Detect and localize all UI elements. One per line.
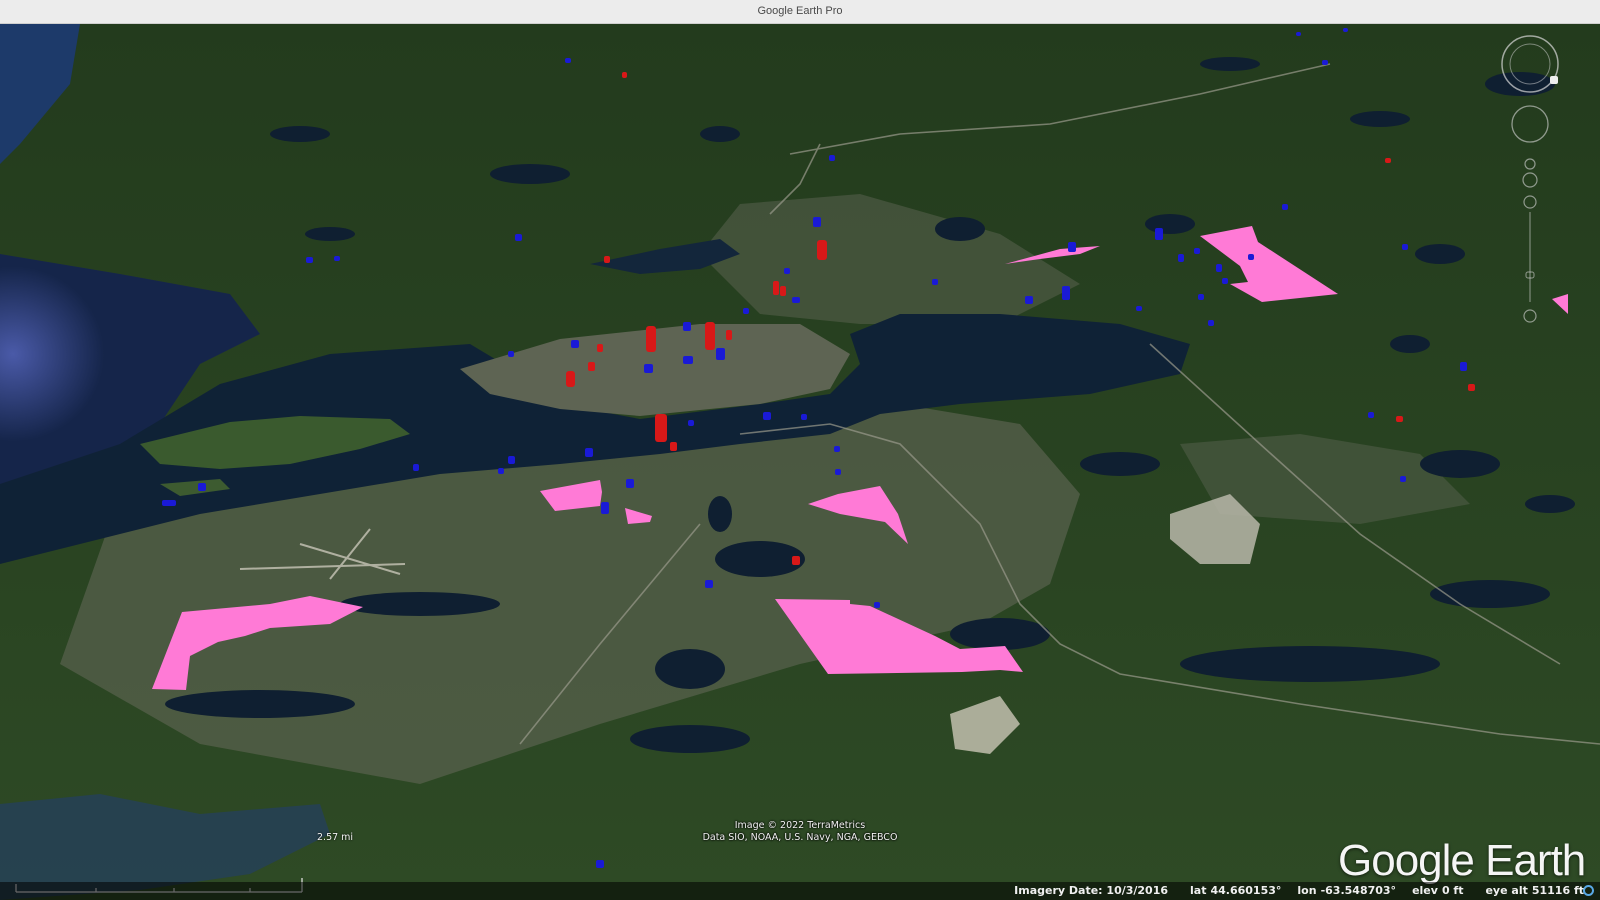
lon-label: lon: [1297, 884, 1317, 897]
lon-value: -63.548703°: [1320, 884, 1397, 897]
lat-value: 44.660153°: [1210, 884, 1282, 897]
compass-ring-icon[interactable]: [1501, 35, 1559, 93]
map-imagery[interactable]: [0, 24, 1600, 900]
elev-value: 0 ft: [1441, 884, 1464, 897]
window-title: Google Earth Pro: [757, 5, 843, 17]
earth-3d-view[interactable]: Image © 2022 TerraMetrics Data SIO, NOAA…: [0, 24, 1600, 900]
pegman-icon[interactable]: [1522, 158, 1538, 188]
imagery-date: Imagery Date: 10/3/2016: [1014, 884, 1169, 897]
attribution-line-1: Image © 2022 TerraMetrics: [734, 820, 866, 831]
attribution-line-2: Data SIO, NOAA, U.S. Navy, NGA, GEBCO: [702, 832, 898, 843]
elev-label: elev: [1412, 884, 1438, 897]
lat-label: lat: [1190, 884, 1207, 897]
window-titlebar: Google Earth Pro: [0, 0, 1600, 24]
status-bar: Imagery Date: 10/3/2016 lat 44.660153° l…: [0, 882, 1600, 900]
loading-ring-icon: [1583, 885, 1594, 896]
eye-alt-label: eye alt: [1485, 884, 1528, 897]
zoom-slider-icon[interactable]: [1523, 195, 1537, 323]
google-earth-logo: Google Earth: [1338, 836, 1586, 885]
look-joystick-icon[interactable]: [1511, 105, 1549, 143]
imagery-attribution: Image © 2022 TerraMetrics Data SIO, NOAA…: [690, 820, 910, 844]
scale-label: 2.57 mi: [317, 832, 354, 843]
navigation-controls[interactable]: [1498, 32, 1566, 332]
eye-alt-value: 51116 ft: [1531, 884, 1584, 897]
